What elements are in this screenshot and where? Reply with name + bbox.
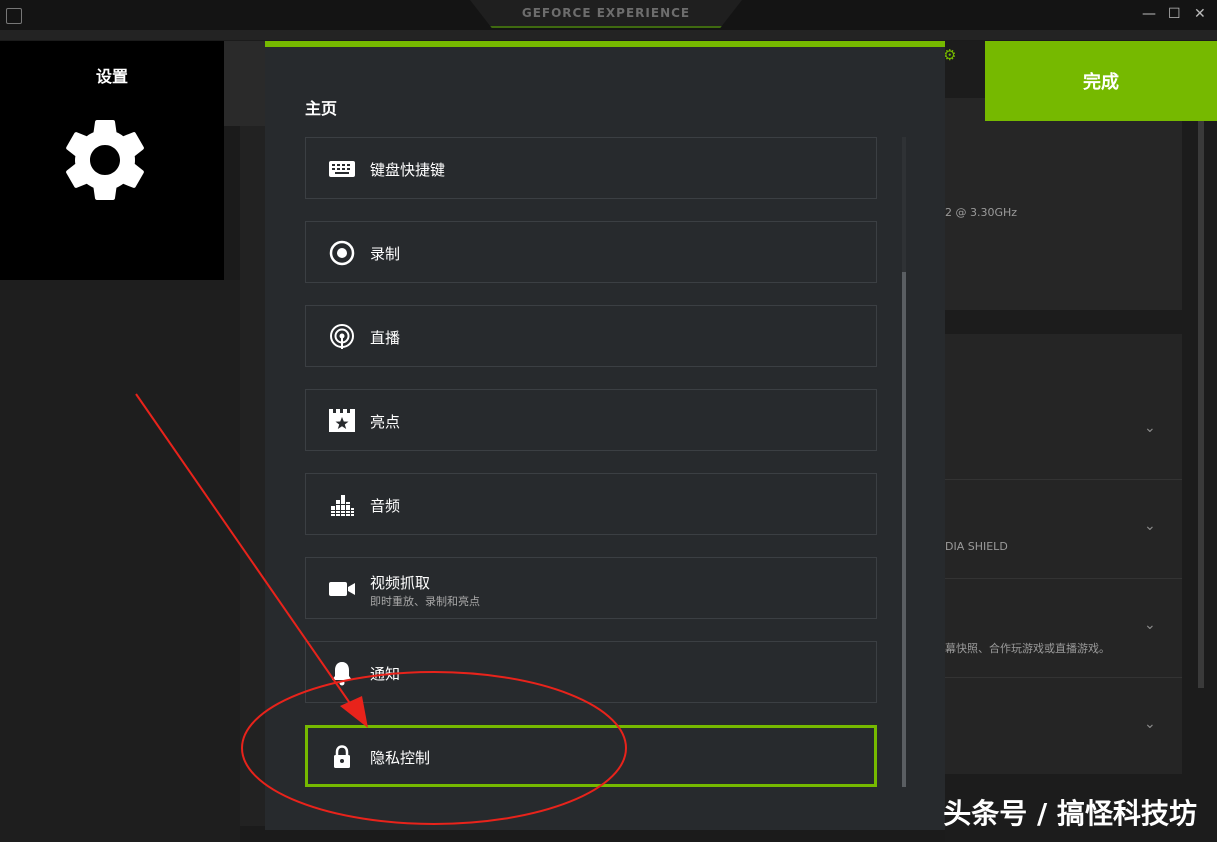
title-bar: GEFORCE EXPERIENCE — ☐ ✕ bbox=[0, 0, 1217, 30]
chevron-down-icon[interactable]: ⌄ bbox=[1144, 716, 1156, 732]
left-background bbox=[0, 280, 240, 842]
menu-item-privacy-control[interactable]: 隐私控制 bbox=[305, 725, 877, 787]
settings-modal: 主页 键盘快捷键 录制 直播 亮点 音频 视频抓取 即时重放、录制和亮点 通知 … bbox=[265, 41, 945, 830]
feature-text: 幕快照、合作玩游戏或直播游戏。 bbox=[945, 642, 1110, 655]
menu-item-label: 录制 bbox=[370, 245, 401, 263]
menu-item-notifications[interactable]: 通知 bbox=[305, 641, 877, 703]
highlight-icon bbox=[329, 409, 355, 432]
settings-title: 设置 bbox=[95, 67, 128, 86]
menu-item-label: 直播 bbox=[370, 329, 401, 347]
bell-icon bbox=[332, 662, 352, 686]
settings-gear-icon[interactable]: ⚙ bbox=[943, 46, 956, 64]
row-divider bbox=[945, 578, 1182, 579]
audio-icon bbox=[328, 495, 356, 516]
menu-item-sublabel: 即时重放、录制和亮点 bbox=[370, 595, 480, 608]
video-icon bbox=[329, 582, 355, 596]
cpu-text: 2 @ 3.30GHz bbox=[945, 206, 1018, 219]
menu-item-highlights[interactable]: 亮点 bbox=[305, 389, 877, 451]
system-info-card bbox=[945, 98, 1182, 310]
features-card bbox=[945, 334, 1182, 774]
menu-item-label: 音频 bbox=[370, 497, 401, 515]
menu-item-label: 通知 bbox=[370, 665, 401, 683]
menu-item-video-capture[interactable]: 视频抓取 即时重放、录制和亮点 bbox=[305, 557, 877, 619]
menu-item-audio[interactable]: 音频 bbox=[305, 473, 877, 535]
menu-item-label: 键盘快捷键 bbox=[370, 161, 446, 179]
settings-tile: 设置 bbox=[0, 41, 224, 280]
app-icon bbox=[6, 8, 22, 24]
gear-icon bbox=[66, 119, 144, 200]
done-button[interactable]: 完成 bbox=[985, 41, 1217, 121]
menu-item-recording[interactable]: 录制 bbox=[305, 221, 877, 283]
minimize-icon[interactable]: — bbox=[1142, 6, 1156, 22]
menu-item-label: 亮点 bbox=[370, 413, 401, 431]
lock-icon bbox=[334, 745, 350, 768]
row-divider bbox=[945, 479, 1182, 480]
broadcast-icon bbox=[330, 324, 354, 349]
keyboard-icon bbox=[329, 161, 355, 177]
menu-item-broadcast[interactable]: 直播 bbox=[305, 305, 877, 367]
watermark: 头条号 / 搞怪科技坊 bbox=[943, 797, 1197, 830]
nav-bar bbox=[0, 30, 1217, 40]
row-divider bbox=[945, 677, 1182, 678]
chevron-down-icon[interactable]: ⌄ bbox=[1144, 617, 1156, 633]
menu-item-label: 隐私控制 bbox=[370, 749, 431, 767]
scrollbar[interactable] bbox=[1198, 98, 1204, 688]
left-divider bbox=[224, 41, 265, 126]
left-divider-lower bbox=[240, 126, 265, 826]
close-icon[interactable]: ✕ bbox=[1194, 6, 1206, 22]
maximize-icon[interactable]: ☐ bbox=[1168, 6, 1181, 22]
record-icon bbox=[329, 240, 355, 266]
shield-text: DIA SHIELD bbox=[945, 540, 1008, 553]
brand-tab: GEFORCE EXPERIENCE bbox=[470, 0, 742, 28]
modal-title: 主页 bbox=[305, 99, 338, 118]
menu-item-keyboard-shortcuts[interactable]: 键盘快捷键 bbox=[305, 137, 877, 199]
chevron-down-icon[interactable]: ⌄ bbox=[1144, 420, 1156, 436]
modal-scrollbar-thumb[interactable] bbox=[902, 272, 906, 787]
brand-title: GEFORCE EXPERIENCE bbox=[521, 6, 691, 20]
menu-item-label: 视频抓取 bbox=[370, 574, 431, 592]
chevron-down-icon[interactable]: ⌄ bbox=[1144, 518, 1156, 534]
